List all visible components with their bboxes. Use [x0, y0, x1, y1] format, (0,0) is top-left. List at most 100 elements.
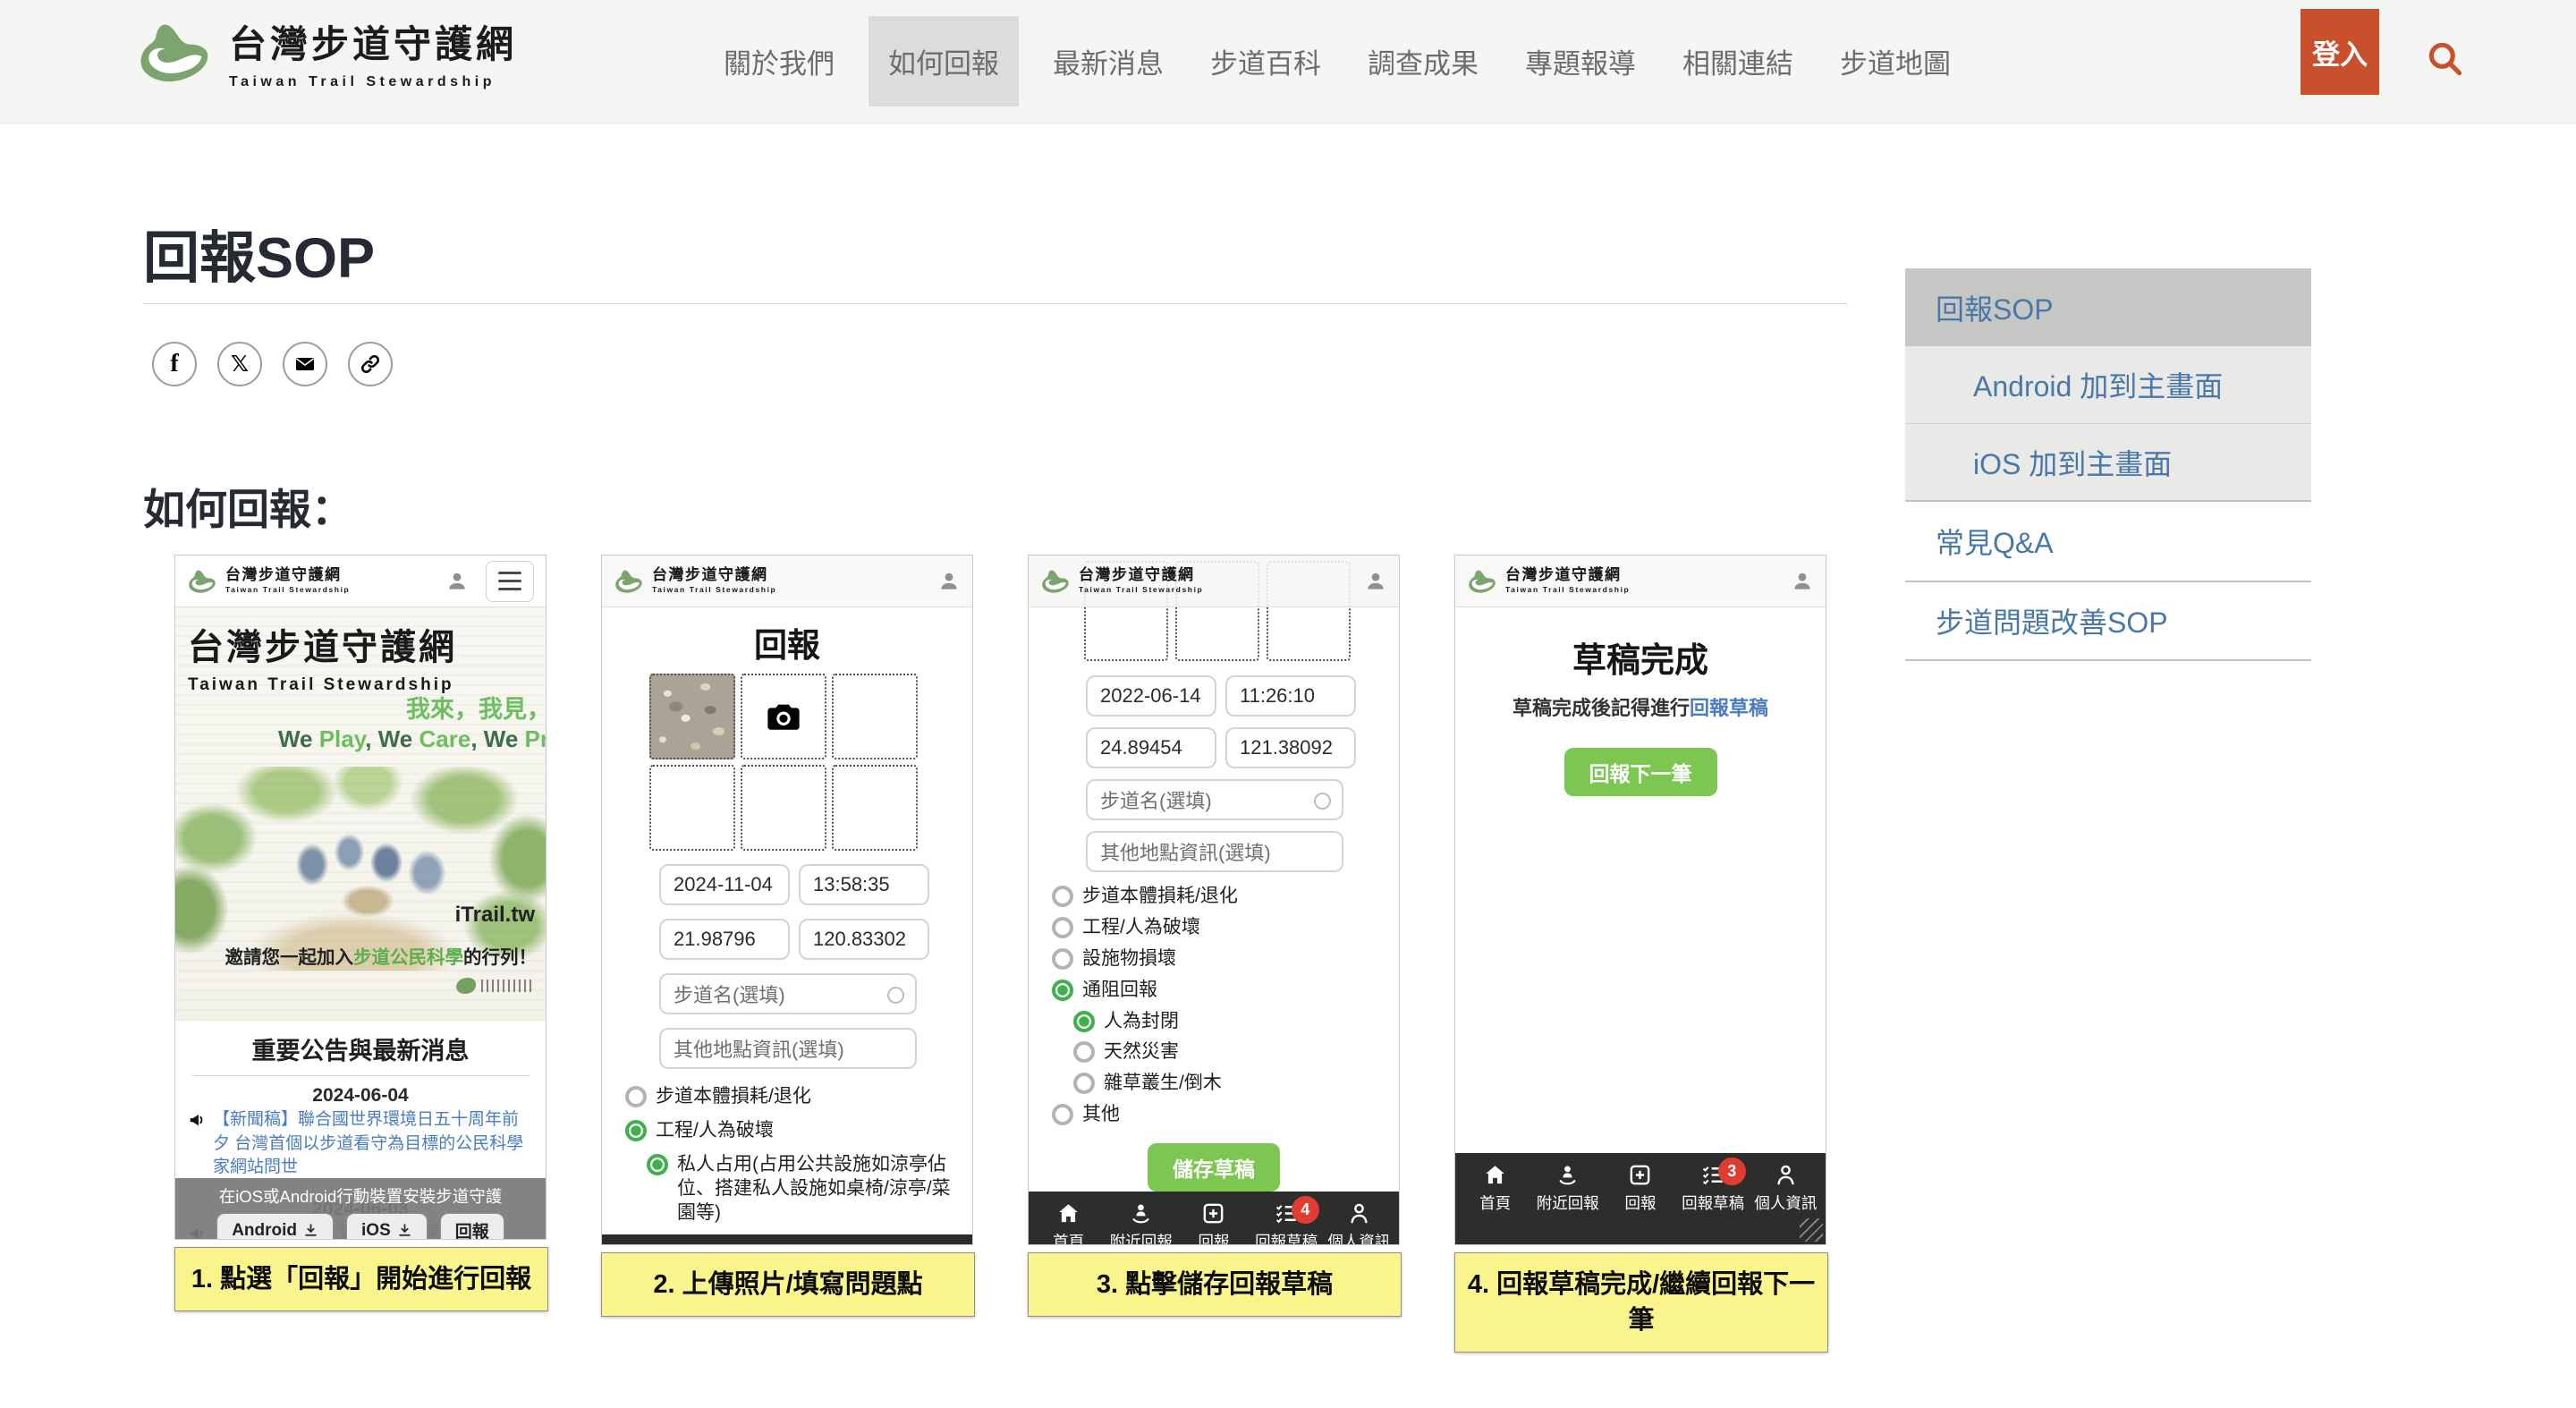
nav-item-about[interactable]: 關於我們 — [711, 16, 847, 106]
nav-item-news[interactable]: 最新消息 — [1040, 16, 1176, 106]
nav-item-survey-results[interactable]: 調查成果 — [1355, 16, 1491, 106]
phone4-header: 台灣步道守護網 Taiwan Trail Stewardship — [1455, 556, 1826, 607]
phone-brand-zh: 台灣步道守護網 — [225, 568, 350, 583]
association-logo — [456, 978, 533, 994]
latitude-field: 24.89454 — [1086, 727, 1216, 768]
person-outline-icon — [1346, 1200, 1372, 1226]
news-link: 【新聞稿】聯合國世界環境日五十周年前夕 台灣首個以步道看守為目標的公民科學家網站… — [175, 1107, 546, 1180]
steps-row: 台灣步道守護網 Taiwan Trail Stewardship 台灣步道守護網… — [174, 555, 1828, 1353]
step-1: 台灣步道守護網 Taiwan Trail Stewardship 台灣步道守護網… — [174, 555, 548, 1311]
radio-option: 私人占用(占用公共設施如涼亭佔位、搭建私人設施如桌椅/涼亭/菜園等) — [647, 1153, 972, 1226]
banner-title-zh: 台灣步道守護網 — [188, 618, 546, 670]
user-icon — [1791, 570, 1814, 593]
tab-report: 回報 — [1606, 1162, 1674, 1244]
phone-tabbar: 首頁 附近回報 回報 回報草稿 3 — [1455, 1153, 1826, 1244]
tab-report-drafts: 回報草稿 — [826, 1243, 894, 1245]
phone-tabbar: 首頁 附近回報 回報 回報草稿 — [602, 1234, 972, 1245]
share-facebook-button[interactable]: f — [152, 342, 197, 386]
nav-item-trail-map[interactable]: 步道地圖 — [1827, 16, 1963, 106]
radio-selected-icon — [1052, 980, 1073, 1001]
radio-option: 雜草叢生/倒木 — [1073, 1072, 1399, 1096]
radio-option: 人為封閉 — [1073, 1010, 1399, 1034]
latitude-field: 21.98796 — [659, 919, 790, 960]
download-icon — [397, 1223, 412, 1238]
sidebar-item-faq[interactable]: 常見Q&A — [1905, 500, 2311, 581]
report-draft-link: 回報草稿 — [1690, 697, 1768, 719]
nav-item-trail-wiki[interactable]: 步道百科 — [1198, 16, 1334, 106]
radio-option: 天然災害 — [1073, 1040, 1399, 1064]
share-x-button[interactable]: 𝕏 — [217, 342, 262, 386]
radio-unselected-icon — [1052, 917, 1073, 938]
share-link-button[interactable] — [348, 342, 393, 386]
sidebar-item-improvement-sop[interactable]: 步道問題改善SOP — [1905, 581, 2311, 661]
nav-item-features[interactable]: 專題報導 — [1513, 16, 1648, 106]
tab-profile: 個人資訊 — [898, 1243, 967, 1245]
empty-photo-slot — [832, 674, 918, 759]
draft-done-subtitle: 草稿完成後記得進行回報草稿 — [1455, 692, 1826, 721]
checklist-icon — [847, 1243, 873, 1245]
longitude-field: 120.83302 — [799, 919, 929, 960]
time-field: 11:26:10 — [1225, 675, 1356, 717]
sidebar-item-ios-home-screen[interactable]: iOS 加到主畫面 — [1905, 423, 2311, 500]
banner-slogan-en: We Play, We Care, We Pr — [278, 725, 546, 753]
brand-name-en: Taiwan Trail Stewardship — [229, 74, 517, 90]
photo-upload-grid — [649, 674, 925, 851]
person-outline-icon — [919, 1243, 945, 1245]
step-2-caption: 2. 上傳照片/填寫問題點 — [601, 1252, 975, 1317]
install-bar-text: 在iOS或Android行動裝置安裝步道守護 — [175, 1184, 546, 1208]
news-date: 2024-06-04 — [175, 1085, 546, 1107]
step-3-caption: 3. 點擊儲存回報草稿 — [1028, 1252, 1402, 1317]
step-1-screenshot: 台灣步道守護網 Taiwan Trail Stewardship 台灣步道守護網… — [174, 555, 547, 1240]
issue-type-radios: 步道本體損耗/退化 工程/人為破壞 設施物損壞 通阻回報 人為封閉 天然災害 雜… — [1052, 885, 1399, 1132]
phone-brand-en: Taiwan Trail Stewardship — [225, 586, 350, 594]
search-icon[interactable] — [2426, 39, 2465, 79]
resize-grip — [1800, 1218, 1823, 1242]
report-button: 回報 — [440, 1213, 504, 1239]
title-divider — [143, 303, 1847, 304]
empty-photo-slot — [741, 765, 826, 851]
phone1-header: 台灣步道守護網 Taiwan Trail Stewardship — [175, 556, 546, 607]
page: 台灣步道守護網 Taiwan Trail Stewardship 關於我們 如何… — [0, 0, 2576, 1408]
brand-name-zh: 台灣步道守護網 — [229, 14, 517, 69]
share-email-button[interactable] — [283, 342, 327, 386]
nav-item-links[interactable]: 相關連結 — [1670, 16, 1806, 106]
photo-grid-scrolled — [1029, 607, 1399, 666]
phone1-body: 台灣步道守護網 Taiwan Trail Stewardship 我來，我見， … — [175, 607, 546, 1239]
date-field: 2024-11-04 — [659, 864, 790, 905]
android-install-button: Android — [216, 1213, 334, 1239]
home-icon — [629, 1243, 655, 1245]
photo-thumbnail — [649, 674, 735, 759]
radio-unselected-icon — [625, 1086, 647, 1107]
trail-illustration — [175, 767, 546, 971]
ios-install-button: iOS — [346, 1213, 428, 1239]
install-app-bar: 在iOS或Android行動裝置安裝步道守護 Android iOS 回報 — [175, 1178, 546, 1239]
trail-name-field: 步道名(選填) — [659, 973, 917, 1014]
step-1-caption: 1. 點選「回報」開始進行回報 — [174, 1247, 548, 1311]
step-4-screenshot: 台灣步道守護網 Taiwan Trail Stewardship 草稿完成 草稿… — [1454, 555, 1826, 1245]
sidebar-item-android-home-screen[interactable]: Android 加到主畫面 — [1905, 346, 2311, 423]
issue-type-radios: 步道本體損耗/退化 工程/人為破壞 私人占用(占用公共設施如涼亭佔位、搭建私人設… — [625, 1085, 972, 1234]
person-outline-icon — [1773, 1162, 1799, 1188]
site-logo[interactable]: 台灣步道守護網 Taiwan Trail Stewardship — [136, 14, 517, 90]
tab-home: 首頁 — [607, 1243, 676, 1245]
radio-option: 通阻回報 — [1052, 979, 1399, 1003]
sidebar-item-report-sop[interactable]: 回報SOP — [1905, 268, 2311, 346]
person-pin-icon — [1128, 1200, 1154, 1226]
add-photo-slot — [741, 674, 826, 759]
radio-unselected-icon — [1052, 1104, 1073, 1125]
brand-mountain-icon — [1467, 568, 1497, 595]
trail-name-field: 步道名(選填) — [1086, 779, 1343, 820]
radio-option: 工程/人為破壞 — [625, 1119, 972, 1143]
nav-item-how-to-report[interactable]: 如何回報 — [869, 16, 1019, 106]
x-icon: 𝕏 — [231, 351, 249, 377]
other-location-field: 其他地點資訊(選填) — [659, 1028, 917, 1069]
radio-unselected-icon — [1052, 886, 1073, 907]
banner-slogan-zh: 我來，我見， — [406, 690, 546, 725]
tab-report-drafts: 回報草稿 3 — [1679, 1162, 1748, 1244]
spinner-icon — [887, 987, 904, 1004]
tab-nearby-reports: 附近回報 — [1533, 1162, 1602, 1244]
phone-tabbar: 首頁 附近回報 回報 回報草稿 4 — [1029, 1192, 1399, 1245]
login-button[interactable]: 登入 — [2301, 9, 2379, 95]
news-heading: 重要公告與最新消息 — [175, 1031, 546, 1066]
tab-nearby-reports: 附近回報 — [680, 1243, 749, 1245]
